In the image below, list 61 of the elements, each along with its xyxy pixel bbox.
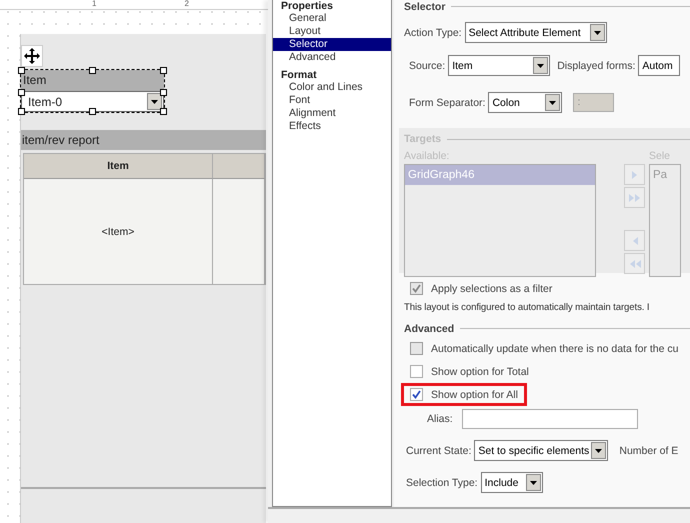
category-item[interactable]: Color and Lines: [273, 81, 391, 94]
caret-icon: [594, 30, 601, 34]
double-left-arrow-icon: [628, 258, 642, 268]
check-icon: [412, 390, 421, 399]
field-label: Number of E: [619, 444, 678, 456]
field-label: Current State:: [406, 444, 472, 456]
resize-handle[interactable]: [89, 67, 96, 74]
caret-icon: [151, 100, 158, 104]
dropdown[interactable]: Select Attribute Element: [464, 22, 607, 43]
resize-handle[interactable]: [18, 108, 25, 115]
caret-icon: [537, 64, 544, 68]
info-text: This layout is configured to automatically maintain targets. I: [404, 302, 650, 313]
field-label: Selection Type:: [406, 476, 478, 488]
category-heading: Properties: [280, 0, 334, 12]
caret-icon: [549, 100, 556, 104]
ruler-number: 1: [92, 0, 96, 9]
separator-field: :: [573, 93, 614, 112]
category-item[interactable]: Font: [273, 94, 391, 107]
move-icon[interactable]: [21, 45, 43, 67]
category-item[interactable]: General: [273, 12, 391, 25]
checkbox[interactable]: [410, 388, 423, 401]
resize-handle[interactable]: [160, 89, 167, 96]
check-icon: [412, 284, 421, 293]
field-label: Alias:: [427, 413, 453, 425]
double-right-arrow-icon: [628, 192, 642, 202]
field-label: Action Type:: [404, 26, 462, 38]
category-item[interactable]: Alignment: [273, 107, 391, 120]
section-heading: Advanced: [404, 322, 454, 334]
dropdown[interactable]: Colon: [488, 92, 562, 113]
checkbox-label: Apply selections as a filter: [431, 282, 552, 294]
caret-icon: [595, 448, 602, 452]
dropdown[interactable]: Set to specific elements: [474, 440, 608, 461]
field-label: Displayed forms:: [557, 60, 636, 72]
resize-handle[interactable]: [160, 108, 167, 115]
dropdown[interactable]: Item: [448, 55, 550, 76]
resize-handle[interactable]: [18, 67, 25, 74]
checkbox-label: Automatically update when there is no data for the cu: [431, 342, 678, 354]
dropdown[interactable]: Autom: [638, 55, 680, 76]
column-header: Item: [24, 154, 213, 179]
category-heading: Format: [280, 69, 318, 81]
checkbox[interactable]: [410, 365, 423, 378]
category-item[interactable]: Effects: [273, 120, 391, 133]
selector-dropdown[interactable]: Item-0: [21, 91, 164, 112]
dropdown[interactable]: Include: [480, 472, 543, 493]
category-item[interactable]: Layout: [273, 25, 391, 38]
category-item[interactable]: Selector: [273, 38, 391, 51]
report-title: item/rev report: [21, 130, 266, 150]
table-cell: <Item>: [24, 179, 213, 284]
checkbox-label: Show option for All: [431, 388, 518, 400]
resize-handle[interactable]: [89, 108, 96, 115]
resize-handle[interactable]: [18, 89, 25, 96]
selector-label: Item: [21, 70, 164, 91]
resize-handle[interactable]: [160, 67, 167, 74]
field-label: Form Separator:: [409, 96, 486, 108]
section-heading: Selector: [404, 0, 446, 12]
caret-icon: [530, 480, 537, 484]
ruler-number: 2: [184, 0, 189, 9]
field-label: Source:: [409, 60, 446, 72]
alias-field[interactable]: [462, 409, 638, 429]
checkbox-label: Show option for Total: [431, 366, 529, 378]
category-item[interactable]: Advanced: [273, 51, 391, 64]
